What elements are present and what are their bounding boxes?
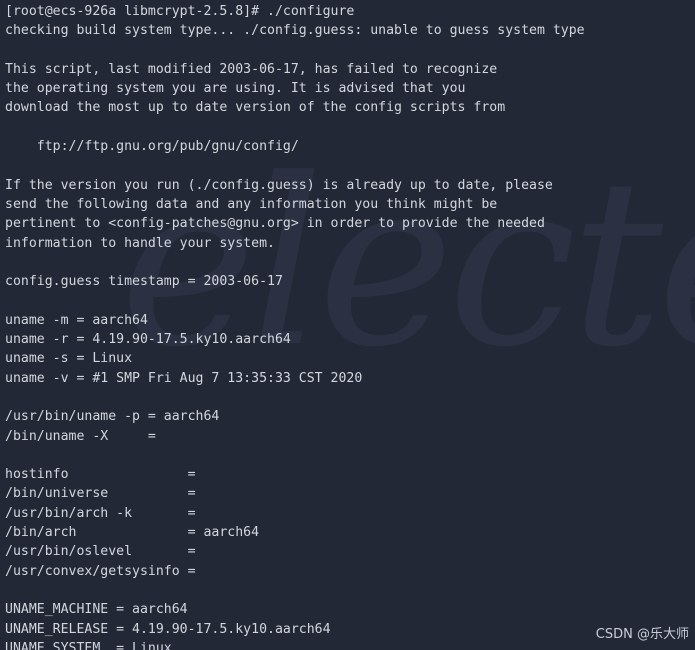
terminal-output: [root@ecs-926a libmcrypt-2.5.8]# ./confi…	[5, 4, 585, 650]
csdn-watermark: CSDN @乐大师	[595, 627, 689, 642]
terminal-window[interactable]: electe [root@ecs-926a libmcrypt-2.5.8]# …	[0, 0, 695, 650]
